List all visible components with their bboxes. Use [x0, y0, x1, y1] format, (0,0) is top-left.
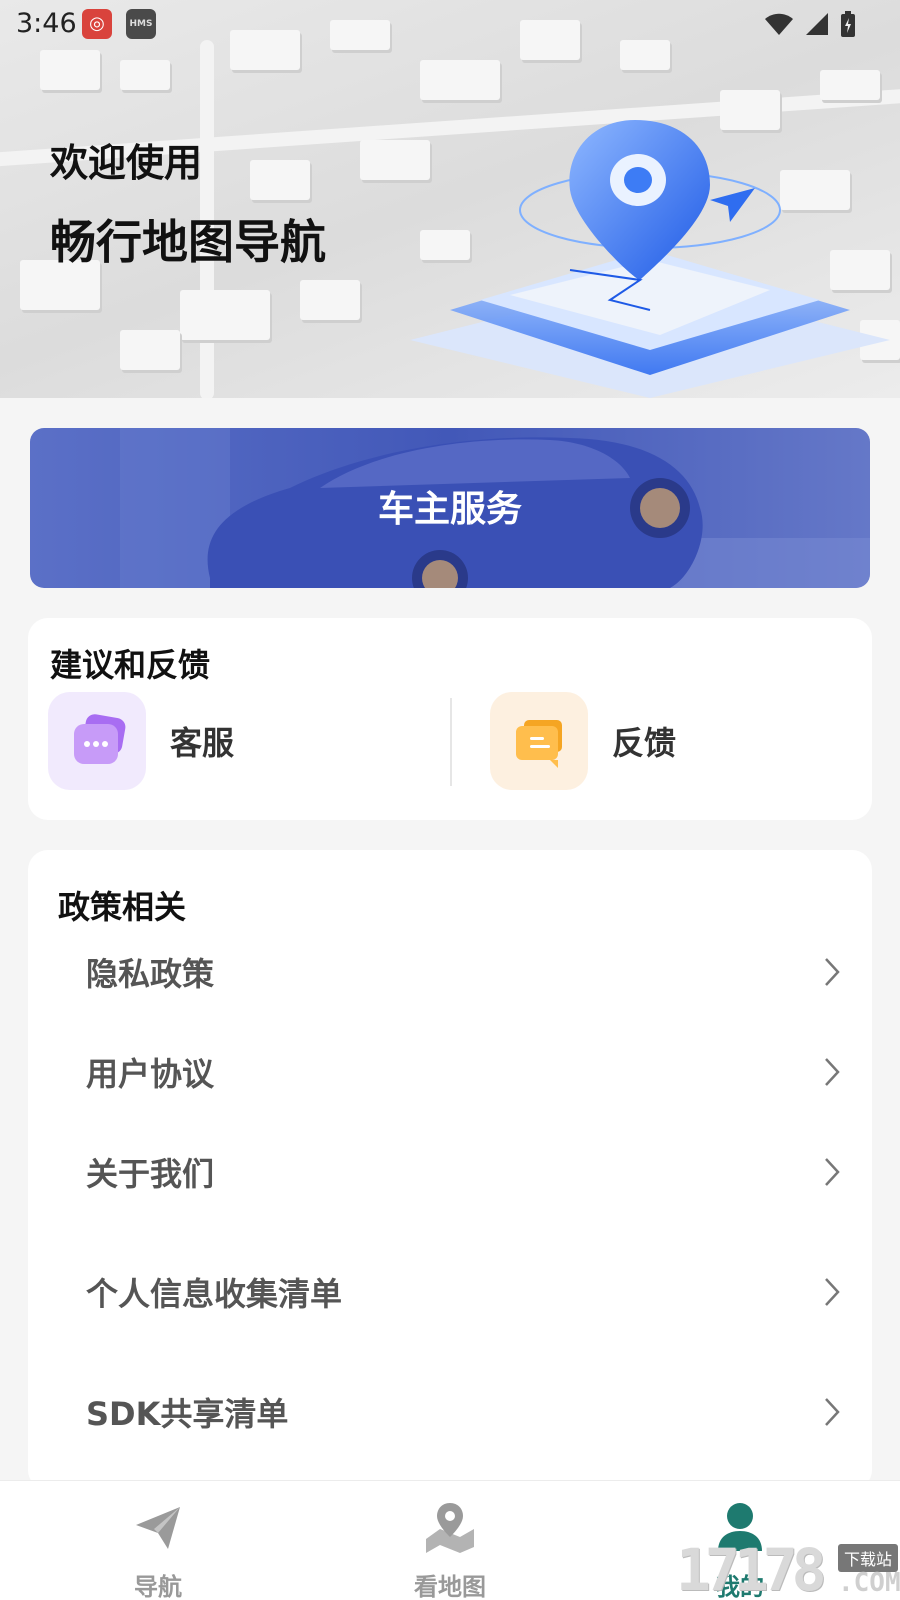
- tab-view-map-label: 看地图: [414, 1573, 486, 1600]
- tab-navigation[interactable]: 导航: [58, 1481, 258, 1600]
- chevron-right-icon: [825, 1398, 840, 1426]
- personal-info-list-row[interactable]: 个人信息收集清单: [86, 1262, 842, 1322]
- watermark-domain: .COM: [838, 1568, 900, 1598]
- signal-icon: [806, 13, 828, 35]
- user-agreement-label: 用户协议: [86, 1055, 215, 1093]
- chat-bubbles-icon: [48, 692, 146, 790]
- notification-app-icon: ◎: [82, 9, 112, 39]
- privacy-policy-label: 隐私政策: [86, 955, 215, 993]
- feedback-label: 反馈: [612, 724, 677, 762]
- feedback-button[interactable]: 反馈: [490, 692, 676, 790]
- personal-info-list-label: 个人信息收集清单: [86, 1275, 343, 1313]
- status-bar: 3:46 ◎ HMS: [0, 0, 900, 48]
- map-pin-icon: [426, 1503, 474, 1553]
- location-pin-illustration: [410, 120, 890, 398]
- divider: [450, 698, 452, 786]
- site-watermark: 17178 下载站 .COM: [676, 1540, 900, 1600]
- feedback-card: 建议和反馈 客服 反馈: [28, 618, 872, 820]
- battery-icon: [841, 11, 855, 37]
- paper-plane-icon: [136, 1507, 180, 1549]
- chevron-right-icon: [825, 1058, 840, 1086]
- customer-service-label: 客服: [170, 724, 235, 762]
- policy-card: 政策相关 隐私政策 用户协议 关于我们 个人信息收集清单 SDK共享清单: [28, 850, 872, 1490]
- wifi-icon: [765, 13, 793, 35]
- car-owner-service-banner[interactable]: 车主服务: [30, 428, 870, 588]
- sdk-sharing-list-label: SDK共享清单: [86, 1395, 289, 1433]
- banner-label: 车主服务: [377, 489, 522, 530]
- feedback-title: 建议和反馈: [50, 646, 211, 684]
- privacy-policy-row[interactable]: 隐私政策: [86, 942, 842, 1002]
- chevron-right-icon: [825, 1158, 840, 1186]
- about-us-row[interactable]: 关于我们: [86, 1142, 842, 1202]
- chevron-right-icon: [825, 1278, 840, 1306]
- user-agreement-row[interactable]: 用户协议: [86, 1042, 842, 1102]
- policy-title: 政策相关: [58, 888, 187, 926]
- app-name: 畅行地图导航: [50, 215, 326, 269]
- clock: 3:46: [16, 8, 77, 39]
- watermark-number: 17178: [676, 1536, 827, 1600]
- message-icon: [490, 692, 588, 790]
- customer-service-button[interactable]: 客服: [48, 692, 234, 790]
- hero-header: 3:46 ◎ HMS 欢迎使用 畅行地图导航: [0, 0, 900, 398]
- hms-icon: HMS: [126, 9, 156, 39]
- tab-view-map[interactable]: 看地图: [350, 1481, 550, 1600]
- welcome-text: 欢迎使用: [50, 141, 203, 185]
- tab-navigation-label: 导航: [134, 1573, 182, 1600]
- chevron-right-icon: [825, 958, 840, 986]
- sdk-sharing-list-row[interactable]: SDK共享清单: [86, 1382, 842, 1442]
- about-us-label: 关于我们: [86, 1155, 215, 1193]
